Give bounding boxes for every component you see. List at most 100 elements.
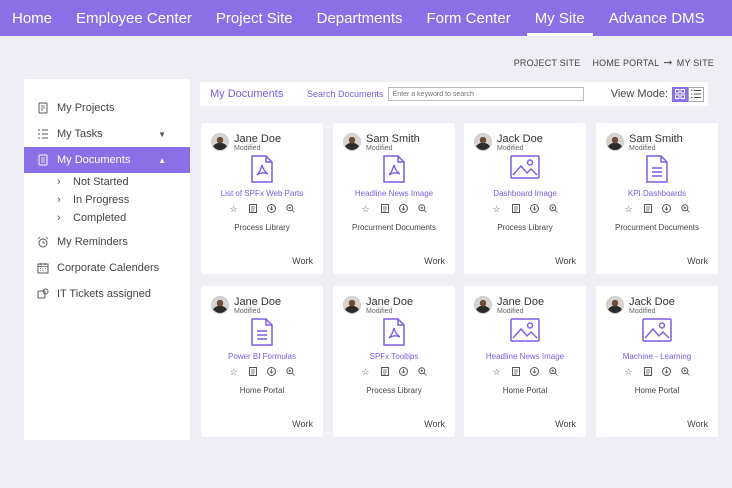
nav-project-site[interactable]: Project Site <box>204 0 305 36</box>
document-tag: Work <box>555 419 576 429</box>
document-icon[interactable] <box>380 367 390 378</box>
sidebar-item-corporate-calenders[interactable]: Corporate Calenders <box>24 255 190 281</box>
sidebar-item-it-tickets-assigned[interactable]: IT Tickets assigned <box>24 281 190 307</box>
document-card[interactable]: Sam Smith Modified KPI Dashboards ☆ Procurme… <box>596 123 718 274</box>
document-card[interactable]: Jane Doe Modified List of SPFx Web Parts ☆ P… <box>201 123 323 274</box>
document-file-icon[interactable] <box>596 155 718 183</box>
document-tag: Work <box>687 419 708 429</box>
tasks-icon <box>36 127 50 141</box>
caret-up-icon[interactable]: ▲ <box>158 156 166 165</box>
card-actions: ☆ <box>201 204 323 215</box>
document-card[interactable]: Jane Doe Modified Power BI Formulas ☆ Home P… <box>201 286 323 437</box>
sidebar-subitem-label: Not Started <box>73 176 129 188</box>
document-title-link[interactable]: Machine - Learning <box>596 352 718 361</box>
sidebar-item-my-projects[interactable]: My Projects <box>24 95 190 121</box>
image-file-icon[interactable] <box>464 318 586 342</box>
nav-advance-dms[interactable]: Advance DMS <box>597 0 717 36</box>
document-icon[interactable] <box>511 204 521 215</box>
image-file-icon[interactable] <box>464 155 586 179</box>
download-icon[interactable] <box>399 204 409 215</box>
document-icon[interactable] <box>643 367 653 378</box>
download-icon[interactable] <box>662 204 672 215</box>
document-file-icon[interactable] <box>201 318 323 346</box>
card-owner: Jane Doe Modified <box>343 296 413 316</box>
star-icon[interactable]: ☆ <box>492 204 502 215</box>
document-title-link[interactable]: Power BI Formulas <box>201 352 323 361</box>
owner-name: Jane Doe <box>497 296 545 308</box>
document-title-link[interactable]: Dashboard Image <box>464 189 586 198</box>
star-icon[interactable]: ☆ <box>361 367 371 378</box>
zoom-in-icon[interactable] <box>549 367 559 378</box>
sidebar-subitem-in-progress[interactable]: › In Progress <box>24 191 190 209</box>
zoom-in-icon[interactable] <box>286 367 296 378</box>
sidebar-item-my-tasks[interactable]: My Tasks ▼ <box>24 121 190 147</box>
document-icon[interactable] <box>380 204 390 215</box>
document-card[interactable]: Jane Doe Modified Headline News Image ☆ Home… <box>464 286 586 437</box>
search-input[interactable] <box>387 87 584 101</box>
tickets-icon <box>36 287 50 301</box>
sidebar-subitem-completed[interactable]: › Completed <box>24 209 190 227</box>
breadcrumb-project-site[interactable]: PROJECT SITE <box>514 58 581 68</box>
pdf-file-icon[interactable] <box>201 155 323 183</box>
star-icon[interactable]: ☆ <box>624 367 634 378</box>
zoom-in-icon[interactable] <box>549 204 559 215</box>
card-owner: Sam Smith Modified <box>343 133 420 153</box>
nav-form-center[interactable]: Form Center <box>415 0 523 36</box>
zoom-in-icon[interactable] <box>418 204 428 215</box>
document-title-link[interactable]: Headline News Image <box>333 189 455 198</box>
document-card[interactable]: Jane Doe Modified SPFx Tooltips ☆ Process Li… <box>333 286 455 437</box>
breadcrumb-home-portal[interactable]: HOME PORTAL <box>592 58 659 68</box>
document-tag: Work <box>292 256 313 266</box>
pdf-file-icon[interactable] <box>333 155 455 183</box>
nav-employee-center[interactable]: Employee Center <box>64 0 204 36</box>
breadcrumb-my-site[interactable]: MY SITE <box>677 58 714 68</box>
download-icon[interactable] <box>267 367 277 378</box>
download-icon[interactable] <box>662 367 672 378</box>
document-title-link[interactable]: List of SPFx Web Parts <box>201 189 323 198</box>
document-card[interactable]: Jack Doe Modified Dashboard Image ☆ Process … <box>464 123 586 274</box>
star-icon[interactable]: ☆ <box>229 204 239 215</box>
star-icon[interactable]: ☆ <box>492 367 502 378</box>
sidebar-item-my-reminders[interactable]: My Reminders <box>24 229 190 255</box>
card-actions: ☆ <box>333 367 455 378</box>
owner-name: Jack Doe <box>497 133 543 145</box>
zoom-in-icon[interactable] <box>681 204 691 215</box>
sidebar-subitem-not-started[interactable]: › Not Started <box>24 173 190 191</box>
image-file-icon[interactable] <box>596 318 718 342</box>
download-icon[interactable] <box>530 367 540 378</box>
document-title-link[interactable]: KPI Dashboards <box>596 189 718 198</box>
download-icon[interactable] <box>267 204 277 215</box>
caret-down-icon[interactable]: ▼ <box>158 130 166 139</box>
document-icon[interactable] <box>248 204 258 215</box>
star-icon[interactable]: ☆ <box>361 204 371 215</box>
zoom-in-icon[interactable] <box>286 204 296 215</box>
zoom-in-icon[interactable] <box>681 367 691 378</box>
nav-home[interactable]: Home <box>0 0 64 36</box>
document-card[interactable]: Sam Smith Modified Headline News Image ☆ Pro… <box>333 123 455 274</box>
sidebar-item-label: My Documents <box>57 154 131 166</box>
document-icon[interactable] <box>643 204 653 215</box>
star-icon[interactable]: ☆ <box>624 204 634 215</box>
top-nav: Home Employee Center Project Site Depart… <box>0 0 732 36</box>
document-title-link[interactable]: Headline News Image <box>464 352 586 361</box>
list-view-button[interactable] <box>688 86 704 102</box>
sidebar: My Projects My Tasks ▼ My Documents ▲ › … <box>24 79 190 440</box>
star-icon[interactable]: ☆ <box>229 367 239 378</box>
nav-my-site[interactable]: My Site <box>523 0 597 36</box>
document-title-link[interactable]: SPFx Tooltips <box>333 352 455 361</box>
document-icon[interactable] <box>511 367 521 378</box>
download-icon[interactable] <box>399 367 409 378</box>
document-card[interactable]: Jack Doe Modified Machine - Learning ☆ Home … <box>596 286 718 437</box>
grid-view-button[interactable] <box>672 86 688 102</box>
sidebar-item-label: IT Tickets assigned <box>57 288 151 300</box>
document-icon[interactable] <box>248 367 258 378</box>
sidebar-item-my-documents[interactable]: My Documents ▲ <box>24 147 190 173</box>
download-icon[interactable] <box>530 204 540 215</box>
nav-departments[interactable]: Departments <box>305 0 415 36</box>
document-tag: Work <box>687 256 708 266</box>
zoom-in-icon[interactable] <box>418 367 428 378</box>
sidebar-item-label: My Tasks <box>57 128 103 140</box>
document-tag: Work <box>555 256 576 266</box>
pdf-file-icon[interactable] <box>333 318 455 346</box>
owner-name: Jack Doe <box>629 296 675 308</box>
